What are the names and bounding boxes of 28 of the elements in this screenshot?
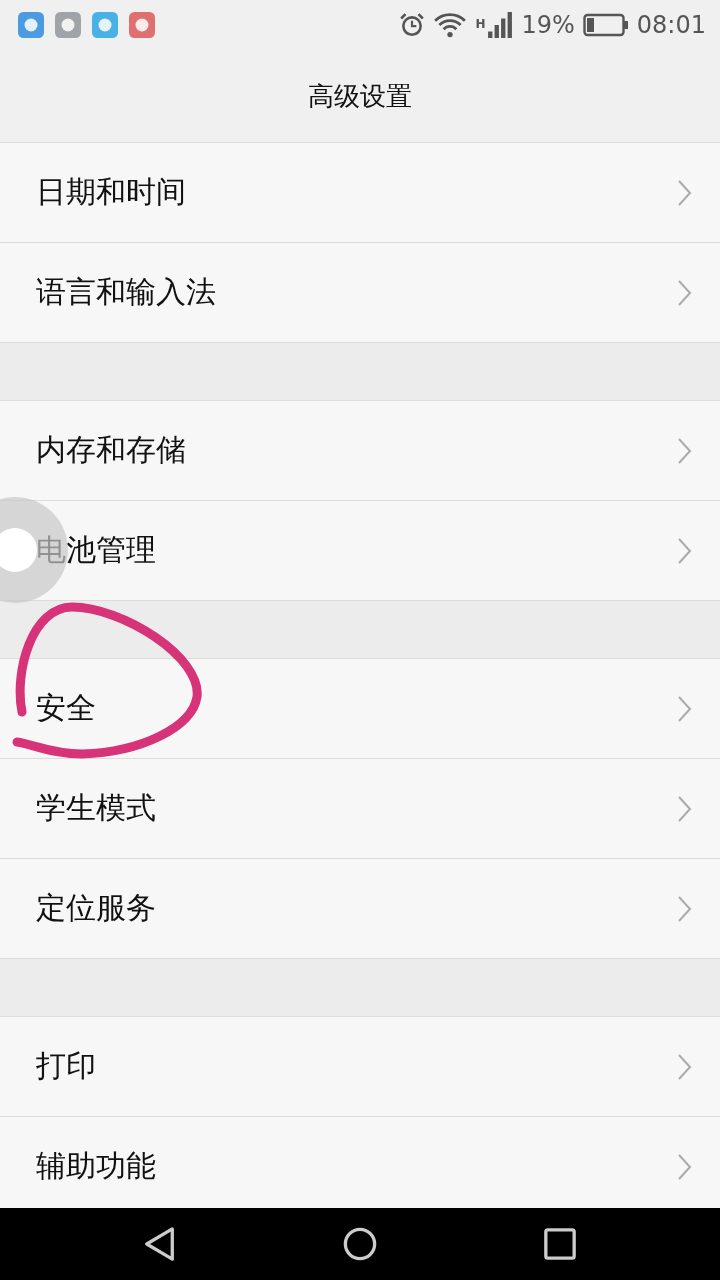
settings-item[interactable]: 学生模式 <box>0 759 720 859</box>
chevron-icon <box>678 695 692 722</box>
notification-icon <box>55 12 81 38</box>
back-icon[interactable] <box>143 1227 177 1261</box>
chevron-icon <box>678 1153 692 1180</box>
chevron-icon <box>678 1053 692 1080</box>
chevron-icon <box>678 795 692 822</box>
notification-icon <box>92 12 118 38</box>
chevron-icon <box>678 437 692 464</box>
alarm-icon <box>399 12 426 38</box>
wifi-icon <box>433 12 468 38</box>
notification-icon <box>129 12 155 38</box>
settings-item[interactable]: 打印 <box>0 1017 720 1117</box>
chevron-icon <box>678 537 692 564</box>
settings-item[interactable]: 日期和时间 <box>0 143 720 243</box>
settings-item[interactable]: 安全 <box>0 659 720 759</box>
notification-icon <box>18 12 44 38</box>
screen-title: 高级设置 <box>308 79 412 113</box>
clock: 08:01 <box>636 11 706 39</box>
chevron-icon <box>678 179 692 206</box>
signal-icon <box>487 12 514 38</box>
recents-icon[interactable] <box>543 1227 577 1261</box>
battery-percent: 19% <box>521 11 575 39</box>
home-icon[interactable] <box>343 1227 377 1261</box>
battery-icon <box>582 13 629 37</box>
chevron-icon <box>678 895 692 922</box>
chevron-icon <box>678 279 692 306</box>
network-type: H <box>475 17 486 31</box>
